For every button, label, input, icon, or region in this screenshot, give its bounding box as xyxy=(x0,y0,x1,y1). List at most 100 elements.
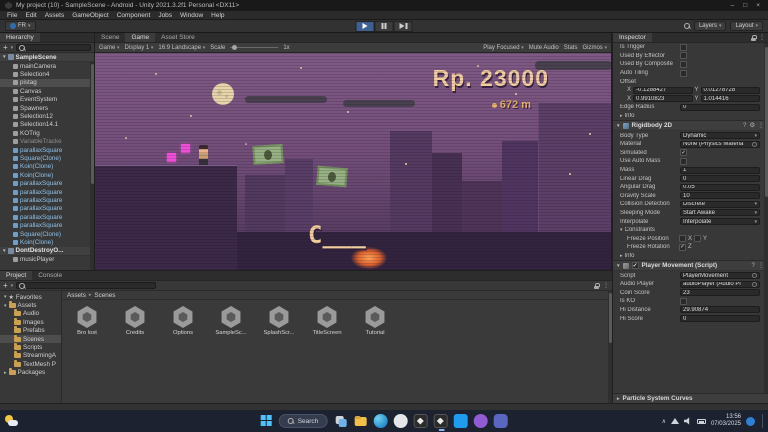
audio-player-object-field[interactable]: audioPlayer (Audio Pl xyxy=(680,280,760,288)
hierarchy-item[interactable]: pistag xyxy=(0,78,94,88)
scene-asset[interactable]: Options xyxy=(166,306,200,336)
discord-icon[interactable] xyxy=(493,414,508,428)
scale-slider[interactable] xyxy=(230,45,279,50)
taskbar-search[interactable]: Search xyxy=(278,414,328,428)
simulated-checkbox[interactable]: ✓ xyxy=(680,149,687,157)
clock[interactable]: 13:56 07/03/2025 xyxy=(711,414,741,428)
lock-icon[interactable] xyxy=(751,35,757,41)
view-tab[interactable]: Scene xyxy=(95,33,126,42)
view-tab[interactable]: Game xyxy=(125,33,156,42)
hierarchy-item[interactable]: Koin(Clone) xyxy=(0,163,94,171)
hierarchy-item[interactable]: parallaxSquare xyxy=(0,213,94,221)
menu-item[interactable]: GameObject xyxy=(68,12,113,19)
help-icon[interactable]: ? xyxy=(743,122,747,129)
search-icon[interactable] xyxy=(683,23,690,29)
hierarchy-item[interactable]: Koin(Clone) xyxy=(0,238,94,246)
used-by-composite-checkbox[interactable] xyxy=(680,60,687,68)
edge-browser-icon[interactable] xyxy=(373,414,388,428)
hierarchy-search-input[interactable] xyxy=(16,44,91,51)
script-object-field[interactable]: PlayerMovement xyxy=(680,272,760,280)
battery-icon[interactable] xyxy=(696,418,706,424)
maximize-button[interactable]: □ xyxy=(743,2,747,9)
linear-drag-field[interactable]: 0 xyxy=(680,175,760,183)
offset-x-field[interactable]: -0.1288427 xyxy=(633,86,693,94)
project-scrollbar[interactable] xyxy=(608,291,612,403)
hierarchy-item[interactable]: mainCamera xyxy=(0,62,94,70)
is-ko-checkbox[interactable] xyxy=(680,297,687,305)
step-button[interactable] xyxy=(393,20,413,32)
foldout-arrow-icon[interactable]: ▸ xyxy=(620,113,623,119)
collision-detection-dropdown[interactable]: Discrete ▾ xyxy=(680,200,760,208)
foldout-arrow-icon[interactable]: ▾ xyxy=(3,248,6,254)
hierarchy-item[interactable]: Square(Clone) xyxy=(0,230,94,238)
project-tab[interactable]: Console xyxy=(32,271,69,280)
gizmos-dropdown[interactable]: Gizmos ▾ xyxy=(582,45,607,51)
rigidbody2d-header[interactable]: ▾ Rigidbody 2D ? ⚙ ⋮ xyxy=(613,120,768,132)
hierarchy-item[interactable]: musicPlayer xyxy=(0,256,94,264)
hierarchy-item[interactable]: parallaxSquare xyxy=(0,196,94,204)
vscode-icon[interactable] xyxy=(453,414,468,428)
interpolate-dropdown[interactable]: Interpolate ▾ xyxy=(680,218,760,226)
stats-toggle[interactable]: Stats xyxy=(564,45,578,51)
play-focused-dropdown[interactable]: Play Focused ▾ xyxy=(483,45,524,51)
project-search-input[interactable] xyxy=(16,282,157,289)
hierarchy-item[interactable]: parallaxSquare xyxy=(0,205,94,213)
account-button[interactable]: FR ▾ xyxy=(5,21,36,31)
show-desktop-button[interactable] xyxy=(762,414,764,428)
game-view-menu[interactable]: Game ▾ xyxy=(99,45,120,51)
notification-badge[interactable] xyxy=(746,416,755,426)
project-folder[interactable]: Prefabs xyxy=(0,326,61,335)
project-tab[interactable]: Project xyxy=(0,271,33,280)
packages-row[interactable]: ▸ Packages xyxy=(0,368,61,377)
scene-asset[interactable]: SplashScr... xyxy=(262,306,296,336)
scene-asset[interactable]: SampleSc... xyxy=(214,306,248,336)
scene-asset[interactable]: Tutorial xyxy=(358,306,392,336)
scale-slider-knob[interactable] xyxy=(232,45,238,50)
project-folder[interactable]: Images xyxy=(0,317,61,326)
close-button[interactable]: × xyxy=(756,2,760,9)
hi-distance-field[interactable]: 29.90874 xyxy=(680,306,760,314)
aspect-dropdown[interactable]: 16:9 Landscape ▾ xyxy=(158,45,205,51)
hierarchy-item[interactable]: parallaxSquare xyxy=(0,221,94,229)
tab-hierarchy[interactable]: Hierarchy xyxy=(0,33,40,42)
hierarchy-item[interactable]: EventSystem xyxy=(0,96,94,104)
hierarchy-item[interactable]: Canvas xyxy=(0,87,94,95)
browser-icon[interactable] xyxy=(393,414,408,428)
visual-studio-icon[interactable] xyxy=(473,414,488,428)
auto-tiling-checkbox[interactable] xyxy=(680,69,687,77)
body-type-dropdown[interactable]: Dynamic ▾ xyxy=(680,132,760,140)
hierarchy-item[interactable]: Selection14.1 xyxy=(0,121,94,129)
hierarchy-scrollbar[interactable] xyxy=(90,62,94,270)
task-view-button[interactable] xyxy=(333,414,347,428)
tab-inspector[interactable]: Inspector xyxy=(613,33,652,42)
help-icon[interactable]: ? xyxy=(751,262,755,269)
scene-root-row[interactable]: ▾ SampleScene xyxy=(0,53,94,62)
display-dropdown[interactable]: Display 1 ▾ xyxy=(125,45,154,51)
project-folder[interactable]: Scenes xyxy=(0,334,61,344)
inspector-scrollbar[interactable] xyxy=(764,43,768,393)
player-movement-header[interactable]: ▾ ✓ Player Movement (Script) ? ⋮ xyxy=(613,260,768,272)
component-enabled-checkbox[interactable]: ✓ xyxy=(631,262,639,270)
start-button[interactable] xyxy=(260,415,273,427)
menu-item[interactable]: Window xyxy=(176,12,207,19)
object-picker-icon[interactable] xyxy=(752,273,757,279)
mute-audio-toggle[interactable]: Mute Audio xyxy=(529,45,559,51)
hierarchy-item[interactable]: VariableTracke xyxy=(0,138,94,146)
presets-icon[interactable]: ⚙ xyxy=(749,122,755,129)
material-object-field[interactable]: None (Physics Materia xyxy=(680,140,760,148)
dontdestroy-root-row[interactable]: ▾ DontDestroyO... xyxy=(0,246,94,256)
hi-score-field[interactable]: 0 xyxy=(680,315,760,323)
kebab-menu-icon[interactable]: ⋮ xyxy=(759,34,765,41)
unity-editor-icon[interactable] xyxy=(433,414,448,431)
size-x-field[interactable]: 0.9910823 xyxy=(633,95,693,103)
volume-icon[interactable] xyxy=(683,417,690,425)
foldout-arrow-icon[interactable]: ▾ xyxy=(617,123,620,129)
hierarchy-item[interactable]: parallaxSquare xyxy=(0,146,94,154)
wifi-icon[interactable] xyxy=(670,418,679,424)
hierarchy-item[interactable]: KOTrig xyxy=(0,129,94,137)
project-folder[interactable]: Audio xyxy=(0,309,61,318)
angular-drag-field[interactable]: 0.05 xyxy=(680,183,760,191)
hierarchy-item[interactable]: Koin(Clone) xyxy=(0,171,94,179)
minimize-button[interactable]: – xyxy=(731,2,735,9)
object-picker-icon[interactable] xyxy=(752,281,757,287)
